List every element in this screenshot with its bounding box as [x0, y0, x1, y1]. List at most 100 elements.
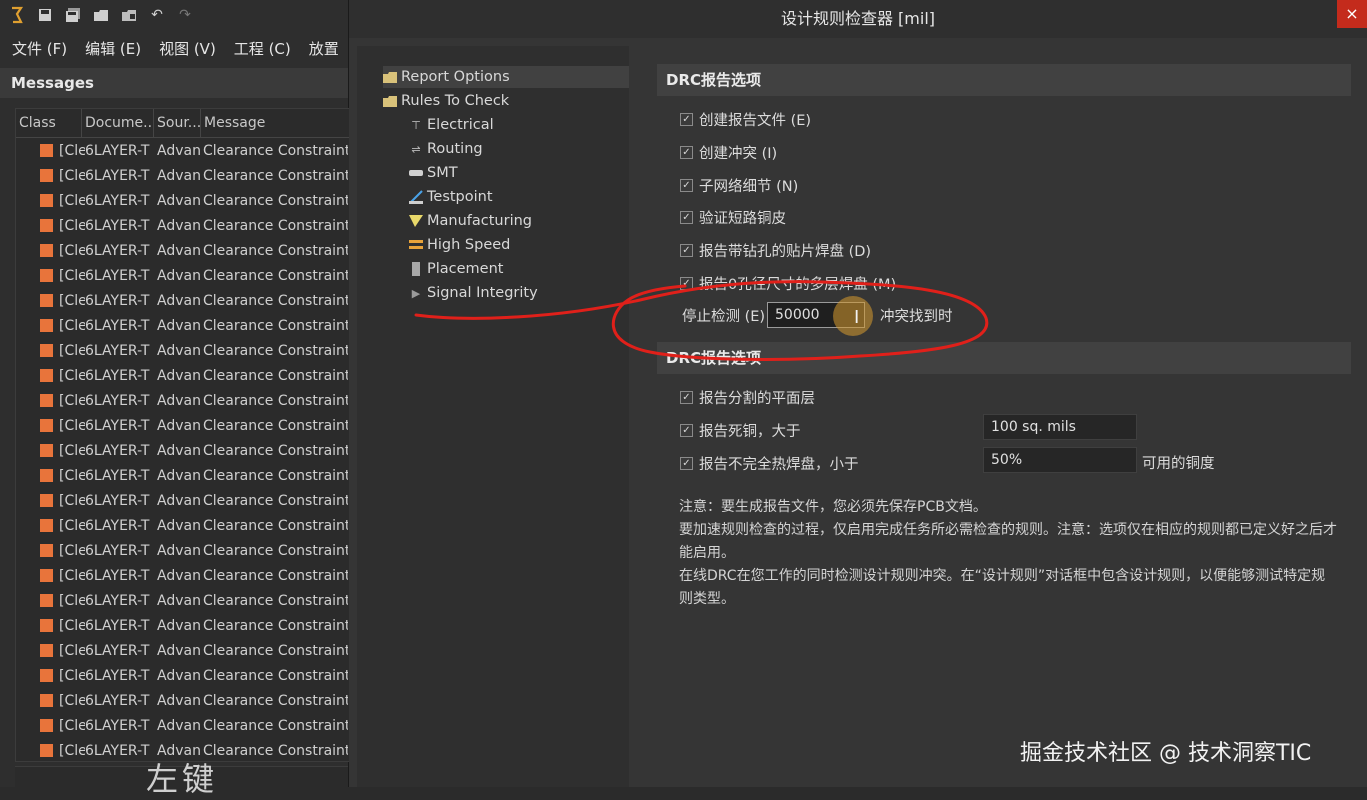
tree-label: SMT	[427, 165, 458, 181]
message-row[interactable]: [Cle 6LAYER-T Advan Clearance Constraint:	[16, 138, 349, 163]
message-source: Advan	[157, 467, 201, 484]
tree-item-electrical[interactable]: ⊤ Electrical	[409, 114, 493, 136]
undo-icon[interactable]: ↶	[146, 4, 168, 26]
message-text: Clearance Constraint:	[203, 142, 348, 159]
checkbox-label: 子网络细节 (N)	[699, 178, 799, 195]
message-row[interactable]: [Cle 6LAYER-T Advan Clearance Constraint:	[16, 563, 349, 588]
message-row[interactable]: [Cle 6LAYER-T Advan Clearance Constraint:	[16, 663, 349, 688]
check-icon: ✓	[680, 112, 693, 126]
column-header-source[interactable]: Sour...	[154, 109, 201, 137]
checkbox-report-drilled-smt-pads[interactable]: ✓ 报告带钻孔的贴片焊盘 (D)	[680, 239, 871, 261]
message-row[interactable]: [Cle 6LAYER-T Advan Clearance Constraint:	[16, 338, 349, 363]
app-logo-icon[interactable]	[6, 4, 28, 26]
message-row[interactable]: [Cle 6LAYER-T Advan Clearance Constraint:	[16, 288, 349, 313]
close-button[interactable]: ×	[1337, 0, 1367, 28]
message-class: [Cle	[59, 167, 85, 184]
message-source: Advan	[157, 542, 201, 559]
message-row[interactable]: [Cle 6LAYER-T Advan Clearance Constraint:	[16, 513, 349, 538]
message-row[interactable]: [Cle 6LAYER-T Advan Clearance Constraint:	[16, 713, 349, 738]
message-row[interactable]: [Cle 6LAYER-T Advan Clearance Constraint:	[16, 213, 349, 238]
message-class: [Cle	[59, 142, 85, 159]
message-row[interactable]: [Cle 6LAYER-T Advan Clearance Constraint:	[16, 388, 349, 413]
tree-item-smt[interactable]: SMT	[409, 162, 458, 184]
message-text: Clearance Constraint:	[203, 642, 348, 659]
save-icon[interactable]	[34, 4, 56, 26]
check-icon: ✓	[680, 178, 693, 192]
checkbox-verify-short-copper[interactable]: ✓ 验证短路铜皮	[680, 206, 786, 228]
error-marker-icon	[40, 444, 53, 457]
tree-label: Report Options	[401, 69, 510, 85]
save-all-icon[interactable]	[62, 4, 84, 26]
tree-item-manufacturing[interactable]: Manufacturing	[409, 210, 532, 232]
message-text: Clearance Constraint:	[203, 342, 348, 359]
error-marker-icon	[40, 569, 53, 582]
message-row[interactable]: [Cle 6LAYER-T Advan Clearance Constraint:	[16, 613, 349, 638]
message-source: Advan	[157, 442, 201, 459]
error-marker-icon	[40, 369, 53, 382]
tree-item-placement[interactable]: Placement	[409, 258, 503, 280]
message-row[interactable]: [Cle 6LAYER-T Advan Clearance Constraint:	[16, 413, 349, 438]
message-row[interactable]: [Cle 6LAYER-T Advan Clearance Constraint:	[16, 313, 349, 338]
testpoint-icon	[409, 190, 423, 204]
message-text: Clearance Constraint:	[203, 667, 348, 684]
tree-item-high-speed[interactable]: High Speed	[409, 234, 510, 256]
tree-item-routing[interactable]: ⇌ Routing	[409, 138, 482, 160]
dialog-title: 设计规则检查器 [mil]	[349, 0, 1367, 38]
tree-label: Rules To Check	[401, 93, 510, 109]
message-row[interactable]: [Cle 6LAYER-T Advan Clearance Constraint:	[16, 188, 349, 213]
message-row[interactable]: [Cle 6LAYER-T Advan Clearance Constraint:	[16, 263, 349, 288]
message-source: Advan	[157, 342, 201, 359]
column-header-document[interactable]: Docume...	[82, 109, 154, 137]
message-row[interactable]: [Cle 6LAYER-T Advan Clearance Constraint:	[16, 588, 349, 613]
error-marker-icon	[40, 519, 53, 532]
menu-place[interactable]: 放置	[297, 38, 345, 59]
messages-list[interactable]: Class Docume... Sour... Message [Cle 6LAY…	[15, 108, 350, 762]
error-marker-icon	[40, 194, 53, 207]
messages-panel-title: Messages	[0, 68, 348, 98]
message-row[interactable]: [Cle 6LAYER-T Advan Clearance Constraint:	[16, 463, 349, 488]
checkbox-report-zero-hole-pads[interactable]: ✓ 报告0孔径尺寸的多层焊盘 (M)	[680, 272, 896, 294]
column-header-class[interactable]: Class	[16, 109, 82, 137]
drc-dialog: 设计规则检查器 [mil] × Report Options Rules To …	[349, 0, 1367, 787]
message-row[interactable]: [Cle 6LAYER-T Advan Clearance Constraint:	[16, 238, 349, 263]
message-text: Clearance Constraint:	[203, 492, 348, 509]
message-row[interactable]: [Cle 6LAYER-T Advan Clearance Constraint:	[16, 638, 349, 663]
message-row[interactable]: [Cle 6LAYER-T Advan Clearance Constraint:	[16, 538, 349, 563]
tree-item-rules-to-check[interactable]: Rules To Check	[383, 90, 509, 112]
dead-copper-input[interactable]: 100 sq. mils	[983, 414, 1137, 440]
folder-icon	[383, 70, 397, 84]
menu-file[interactable]: 文件 (F)	[0, 38, 73, 59]
menu-view[interactable]: 视图 (V)	[147, 38, 222, 59]
options-content: DRC报告选项 ✓ 创建报告文件 (E) ✓ 创建冲突 (I) ✓ 子网络细节 …	[657, 60, 1351, 780]
check-icon: ✓	[680, 243, 693, 257]
message-class: [Cle	[59, 617, 85, 634]
message-document: 6LAYER-T	[85, 442, 150, 459]
checkbox-create-violations[interactable]: ✓ 创建冲突 (I)	[680, 141, 777, 163]
tree-label: High Speed	[427, 237, 511, 253]
tree-item-report-options[interactable]: Report Options	[383, 66, 629, 88]
checkbox-report-incomplete-thermal[interactable]: ✓ 报告不完全热焊盘，小于	[680, 452, 859, 474]
message-text: Clearance Constraint:	[203, 542, 348, 559]
checkbox-report-dead-copper[interactable]: ✓ 报告死铜，大于	[680, 419, 801, 441]
column-header-message[interactable]: Message	[201, 109, 349, 137]
message-row[interactable]: [Cle 6LAYER-T Advan Clearance Constraint:	[16, 488, 349, 513]
tree-item-signal-integrity[interactable]: ▶ Signal Integrity	[409, 282, 538, 304]
checkbox-subnet-details[interactable]: ✓ 子网络细节 (N)	[680, 174, 798, 196]
menu-edit[interactable]: 编辑 (E)	[73, 38, 147, 59]
message-document: 6LAYER-T	[85, 517, 150, 534]
thermal-percent-input[interactable]: 50%	[983, 447, 1137, 473]
message-document: 6LAYER-T	[85, 492, 150, 509]
open-folder-icon[interactable]	[90, 4, 112, 26]
message-row[interactable]: [Cle 6LAYER-T Advan Clearance Constraint:	[16, 163, 349, 188]
message-class: [Cle	[59, 667, 85, 684]
checkbox-report-split-planes[interactable]: ✓ 报告分割的平面层	[680, 386, 815, 408]
message-row[interactable]: [Cle 6LAYER-T Advan Clearance Constraint:	[16, 688, 349, 713]
menu-project[interactable]: 工程 (C)	[222, 38, 297, 59]
open-project-icon[interactable]	[118, 4, 140, 26]
checkbox-create-report[interactable]: ✓ 创建报告文件 (E)	[680, 108, 811, 130]
message-row[interactable]: [Cle 6LAYER-T Advan Clearance Constraint:	[16, 363, 349, 388]
tree-item-testpoint[interactable]: Testpoint	[409, 186, 493, 208]
error-marker-icon	[40, 644, 53, 657]
message-row[interactable]: [Cle 6LAYER-T Advan Clearance Constraint:	[16, 438, 349, 463]
redo-icon[interactable]: ↷	[174, 4, 196, 26]
